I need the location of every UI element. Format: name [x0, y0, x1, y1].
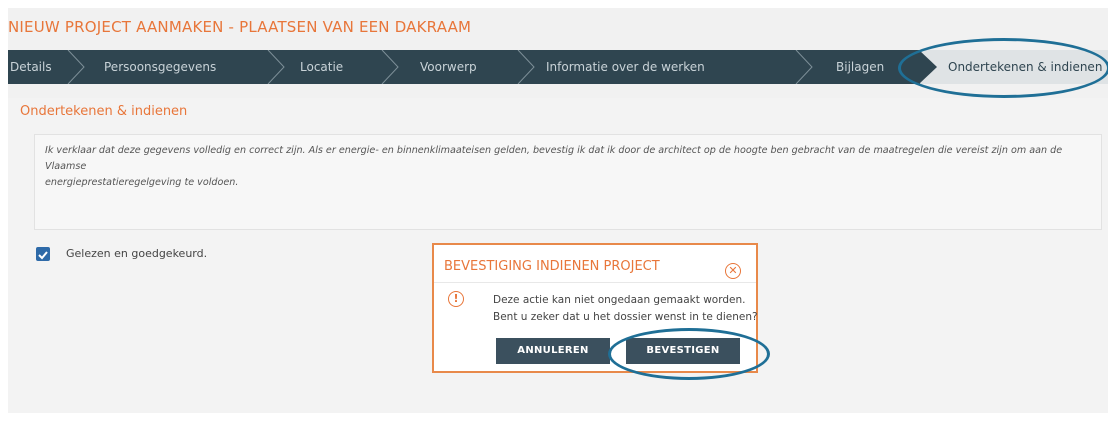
checkmark-icon: [38, 251, 48, 260]
dialog-divider: [434, 282, 756, 283]
warning-icon: !: [448, 291, 464, 307]
step-persoonsgegevens[interactable]: Persoonsgegevens: [104, 50, 216, 84]
step-separator-icon: [267, 50, 285, 84]
step-locatie[interactable]: Locatie: [300, 50, 343, 84]
dialog-message-line-1: Deze actie kan niet ongedaan gemaakt wor…: [493, 294, 746, 306]
cancel-button[interactable]: ANNULEREN: [496, 338, 610, 364]
step-bijlagen[interactable]: Bijlagen: [836, 50, 884, 84]
step-separator-icon: [795, 50, 813, 84]
dialog-message: Deze actie kan niet ongedaan gemaakt wor…: [493, 292, 758, 326]
declaration-text: Ik verklaar dat deze gegevens volledig e…: [35, 135, 1101, 199]
step-separator-icon: [381, 50, 399, 84]
close-icon[interactable]: ✕: [725, 263, 741, 279]
step-separator-icon: [67, 50, 85, 84]
dialog-message-line-2: Bent u zeker dat u het dossier wenst in …: [493, 311, 758, 323]
highlight-ellipse-step: [898, 38, 1108, 98]
read-approved-checkbox[interactable]: [36, 247, 50, 261]
panel-title: Ondertekenen & indienen: [20, 104, 188, 119]
step-separator-icon: [517, 50, 535, 84]
declaration-line-1: Ik verklaar dat deze gegevens volledig e…: [45, 145, 1063, 172]
dialog-title: BEVESTIGING INDIENEN PROJECT: [444, 259, 660, 274]
step-voorwerp[interactable]: Voorwerp: [420, 50, 477, 84]
read-approved-label: Gelezen en goedgekeurd.: [66, 247, 208, 260]
step-informatie-over-de-werken[interactable]: Informatie over de werken: [546, 50, 705, 84]
declaration-box: Ik verklaar dat deze gegevens volledig e…: [34, 134, 1102, 230]
step-details[interactable]: Details: [10, 50, 52, 84]
highlight-ellipse-confirm: [608, 328, 770, 380]
declaration-line-2: energieprestatieregelgeving te voldoen.: [45, 177, 239, 188]
page-title: NIEUW PROJECT AANMAKEN - PLAATSEN VAN EE…: [8, 18, 472, 36]
